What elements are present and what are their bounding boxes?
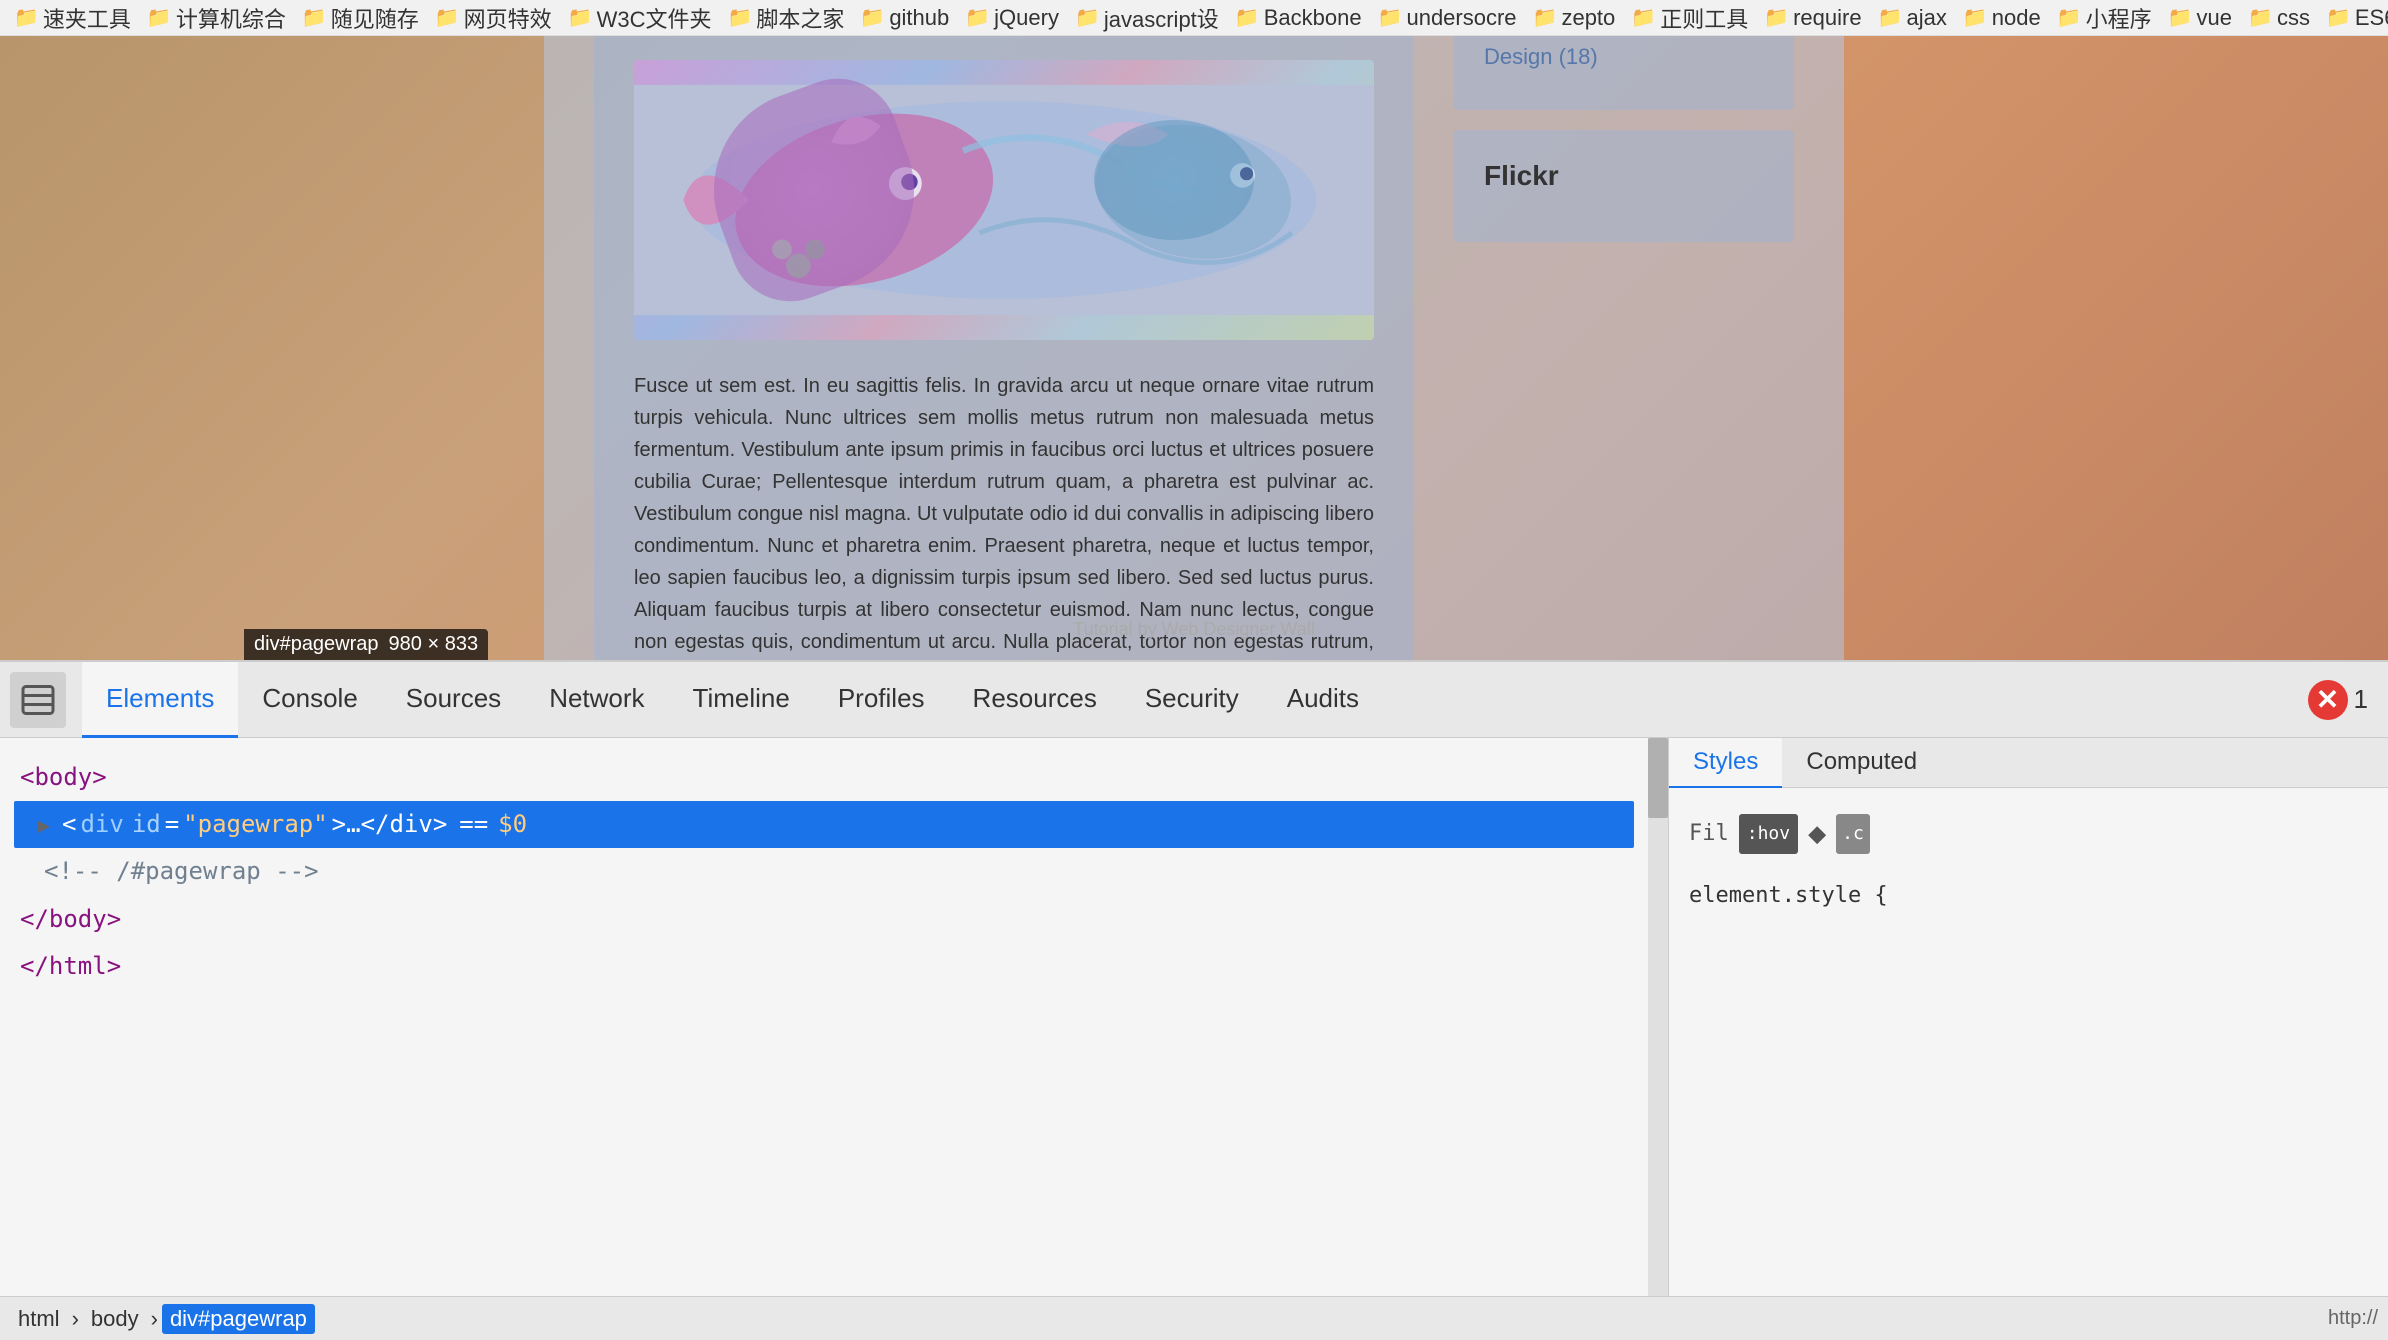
body-close-tag: </body> bbox=[20, 898, 121, 941]
breadcrumb-body[interactable]: body bbox=[83, 1304, 147, 1334]
body-tag: <body> bbox=[20, 756, 107, 799]
tab-profiles[interactable]: Profiles bbox=[814, 662, 949, 738]
html-line-html-close: </html> bbox=[20, 943, 1628, 990]
error-count: 1 bbox=[2354, 684, 2368, 715]
devtools-panel-toggle[interactable] bbox=[10, 672, 66, 728]
devtools-breadcrumb: html › body › div#pagewrap http:// bbox=[0, 1296, 2388, 1340]
tab-console[interactable]: Console bbox=[238, 662, 381, 738]
html-line-body: <body> bbox=[20, 754, 1628, 801]
bookmark-item[interactable]: 📁ES6 bbox=[2320, 3, 2388, 33]
bookmark-item[interactable]: 📁正则工具 bbox=[1625, 0, 1754, 36]
post-image bbox=[634, 60, 1374, 340]
bookmark-item[interactable]: 📁undersocre bbox=[1372, 3, 1523, 33]
styles-panel: Styles Computed Fil :hov ◆ .c element.st… bbox=[1668, 738, 2388, 1296]
diamond-icon: ◆ bbox=[1808, 804, 1826, 864]
id-attr-name: id bbox=[132, 803, 161, 846]
scrollbar-thumb[interactable] bbox=[1648, 738, 1668, 818]
html-tree-panel: <body> < div id = "pagewrap" >…</div> ==… bbox=[0, 738, 1648, 1296]
id-attr-value: "pagewrap" bbox=[183, 803, 328, 846]
div-tag-name: div bbox=[80, 803, 123, 846]
styles-tab-bar: Styles Computed bbox=[1669, 738, 2388, 788]
sidebar-link-design2[interactable]: Design (18) bbox=[1484, 44, 1764, 70]
bookmark-item[interactable]: 📁脚本之家 bbox=[721, 0, 850, 36]
tab-elements[interactable]: Elements bbox=[82, 662, 238, 738]
dollar-zero: $0 bbox=[498, 803, 527, 846]
sidebar-column: Sidebar WordPress (3) Design (23) Design… bbox=[1454, 36, 1794, 660]
tutorial-author-link[interactable]: Web Designer Wall bbox=[1162, 619, 1315, 639]
bookmark-item[interactable]: 📁node bbox=[1957, 3, 2047, 33]
bookmark-item[interactable]: 📁计算机综合 bbox=[141, 0, 292, 36]
bookmark-item[interactable]: 📁速夹工具 bbox=[8, 0, 137, 36]
element-tag-name: div#pagewrap bbox=[254, 633, 379, 656]
html-close-tag: </html> bbox=[20, 945, 121, 988]
css-dot-badge[interactable]: .c bbox=[1836, 814, 1870, 854]
html-line-pagewrap[interactable]: < div id = "pagewrap" >…</div> == $0 bbox=[14, 801, 1634, 848]
tab-network[interactable]: Network bbox=[525, 662, 668, 738]
bookmark-item[interactable]: 📁W3C文件夹 bbox=[562, 0, 718, 36]
main-post: Just a Post Title May 8, 2011 in Categor… bbox=[594, 36, 1414, 660]
html-tree-scrollbar[interactable] bbox=[1648, 738, 1668, 1296]
bookmark-item[interactable]: 📁jQuery bbox=[959, 3, 1065, 33]
styles-content: Fil :hov ◆ .c element.style { bbox=[1669, 788, 2388, 934]
bookmark-item[interactable]: 📁css bbox=[2242, 3, 2316, 33]
eq-operator: == bbox=[459, 803, 488, 846]
tab-security[interactable]: Security bbox=[1121, 662, 1263, 738]
devtools-tab-bar: Elements Console Sources Network Timelin… bbox=[0, 662, 2388, 738]
eq-sign: = bbox=[165, 803, 179, 846]
comment-tag: <!-- /#pagewrap --> bbox=[44, 850, 319, 893]
tab-audits[interactable]: Audits bbox=[1263, 662, 1383, 738]
post-body: Fusce ut sem est. In eu sagittis felis. … bbox=[634, 370, 1374, 660]
flickr-title: Flickr bbox=[1484, 160, 1764, 192]
browser-viewport: Just a Post Title May 8, 2011 in Categor… bbox=[0, 36, 2388, 660]
breadcrumb-html[interactable]: html bbox=[10, 1304, 68, 1334]
error-badge: ✕ 1 bbox=[2308, 680, 2368, 720]
html-line-comment: <!-- /#pagewrap --> bbox=[20, 848, 1628, 895]
tutorial-credit: Tutorial by Web Designer Wall bbox=[1073, 619, 1314, 640]
tab-timeline[interactable]: Timeline bbox=[669, 662, 814, 738]
error-icon: ✕ bbox=[2308, 680, 2348, 720]
bookmark-item[interactable]: 📁随见随存 bbox=[296, 0, 425, 36]
page-content: Just a Post Title May 8, 2011 in Categor… bbox=[544, 36, 1844, 660]
div-tag-open: < bbox=[62, 803, 76, 846]
breadcrumb-url: http:// bbox=[2328, 1307, 2378, 1330]
bookmark-item[interactable]: 📁网页特效 bbox=[429, 0, 558, 36]
bookmark-item[interactable]: 📁javascript设 bbox=[1069, 0, 1225, 36]
flickr-widget: Flickr bbox=[1454, 130, 1794, 242]
post-image-svg bbox=[634, 60, 1374, 340]
tab-sources[interactable]: Sources bbox=[382, 662, 525, 738]
panel-icon bbox=[20, 682, 56, 718]
hover-badge[interactable]: :hov bbox=[1739, 814, 1798, 854]
element-size: 980 × 833 bbox=[389, 633, 479, 656]
tab-resources[interactable]: Resources bbox=[949, 662, 1121, 738]
devtools-panel: Elements Console Sources Network Timelin… bbox=[0, 660, 2388, 1340]
expand-arrow[interactable] bbox=[38, 807, 58, 843]
bookmark-item[interactable]: 📁github bbox=[854, 3, 955, 33]
bookmark-item[interactable]: 📁小程序 bbox=[2051, 0, 2158, 36]
bookmark-item[interactable]: 📁require bbox=[1758, 3, 1867, 33]
bookmark-item[interactable]: 📁ajax bbox=[1872, 3, 1953, 33]
element-indicator: div#pagewrap 980 × 833 bbox=[244, 629, 488, 660]
website-container: Just a Post Title May 8, 2011 in Categor… bbox=[244, 36, 2144, 660]
styles-tab-styles[interactable]: Styles bbox=[1669, 738, 1782, 788]
devtools-content: <body> < div id = "pagewrap" >…</div> ==… bbox=[0, 738, 2388, 1296]
styles-rule: element.style { bbox=[1689, 874, 2368, 918]
html-line-body-close: </body> bbox=[20, 896, 1628, 943]
bookmarks-bar: (function() { const data = JSON.parse(do… bbox=[0, 0, 2388, 36]
styles-filter-row: Fil :hov ◆ .c bbox=[1689, 804, 2368, 864]
bookmark-item[interactable]: 📁vue bbox=[2162, 3, 2238, 33]
bookmark-item[interactable]: 📁zepto bbox=[1527, 3, 1622, 33]
styles-tab-computed[interactable]: Computed bbox=[1782, 738, 1941, 788]
bookmark-item[interactable]: 📁Backbone bbox=[1229, 3, 1368, 33]
tag-rest: >…</div> bbox=[332, 803, 448, 846]
sidebar-widget: Sidebar WordPress (3) Design (23) Design… bbox=[1454, 36, 1794, 110]
filter-label: Fil bbox=[1689, 812, 1729, 856]
breadcrumb-pagewrap[interactable]: div#pagewrap bbox=[162, 1304, 315, 1334]
